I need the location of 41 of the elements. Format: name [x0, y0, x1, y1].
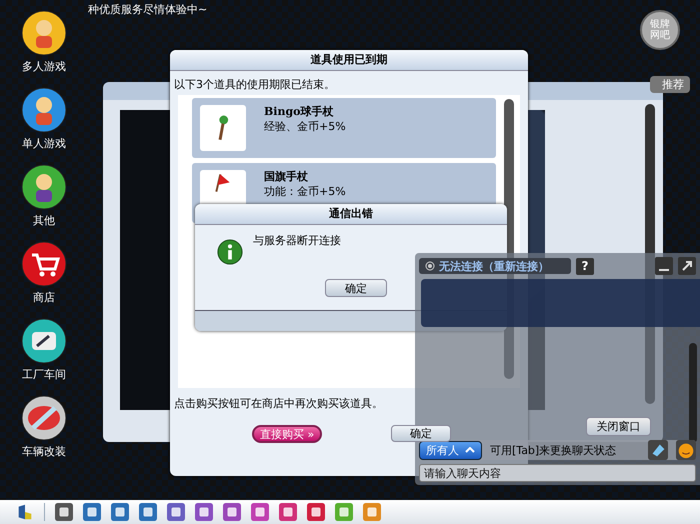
error-message: 与服务器断开连接	[253, 233, 341, 248]
info-icon	[217, 239, 243, 265]
sidebar-item[interactable]: 多人游戏	[8, 10, 80, 74]
scrollbar[interactable]	[689, 343, 697, 443]
character-icon	[21, 87, 67, 133]
chat-hint: 可用[Tab]来更换聊天状态	[490, 442, 618, 458]
item-name: 国旗手杖	[264, 169, 309, 184]
item-effect: 功能：金币+5%	[264, 184, 346, 199]
close-window-button[interactable]: 关闭窗口	[586, 417, 651, 436]
smiley-icon[interactable]	[676, 440, 696, 460]
logo-icon[interactable]	[16, 503, 34, 521]
dialog-title: 道具使用已到期	[170, 50, 528, 71]
sidebar-item[interactable]: 其他	[8, 164, 80, 228]
help-button[interactable]: ?	[576, 258, 594, 274]
dialog-intro-text: 以下3个道具的使用期限已结束。	[173, 77, 336, 93]
status-text: 无法连接（重新连接）	[439, 258, 549, 274]
buy-now-button[interactable]: 直接购买 »	[252, 425, 322, 443]
item-card[interactable]: Bingo球手杖 经验、金币+5%	[192, 98, 496, 158]
ok-button[interactable]: 确定	[391, 425, 451, 442]
expand-icon[interactable]	[678, 257, 696, 275]
sidebar-item[interactable]: 单人游戏	[8, 87, 80, 151]
item-effect: 经验、金币+5%	[264, 119, 346, 134]
item-name: Bingo球手杖	[264, 104, 335, 119]
medal-badge: 银牌 网吧	[640, 10, 680, 50]
character-icon	[21, 10, 67, 56]
eraser-icon[interactable]	[648, 440, 668, 460]
dialog-footer-text: 点击购买按钮可在商店中再次购买该道具。	[173, 396, 384, 412]
sidebar-item[interactable]: 商店	[8, 241, 80, 305]
ok-button[interactable]: 确定	[325, 279, 387, 297]
banner-text: 种优质服务尽情体验中~	[88, 2, 208, 17]
connection-status[interactable]: 无法连接（重新连接）	[419, 258, 571, 274]
character-icon	[21, 164, 67, 210]
sidebar-item[interactable]: 车辆改装	[8, 395, 80, 459]
caret-icon	[465, 447, 475, 453]
minimize-icon[interactable]	[655, 257, 673, 275]
channel-dropdown[interactable]: 所有人	[419, 440, 482, 460]
recommend-button[interactable]: 推荐	[650, 76, 690, 93]
sidebar-item[interactable]: 工厂车间	[8, 318, 80, 382]
dialog-title: 通信出错	[195, 204, 507, 225]
radio-icon	[425, 261, 435, 271]
chat-input-field[interactable]: 请输入聊天内容	[419, 464, 696, 482]
